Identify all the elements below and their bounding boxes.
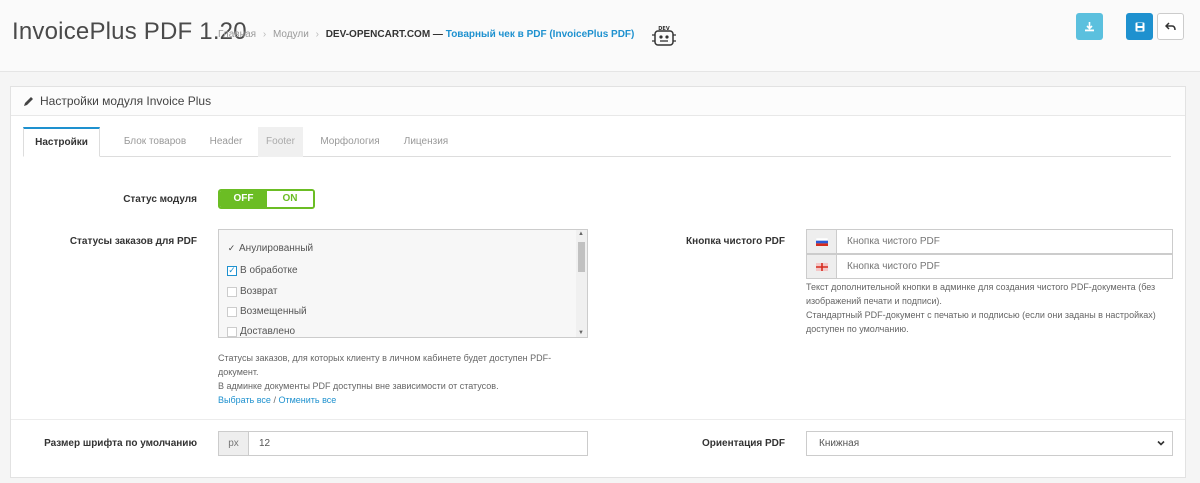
tab-footer[interactable]: Footer [258,127,303,157]
clean-pdf-help: Текст дополнительной кнопки в админке дл… [806,280,1176,336]
orientation-label: Ориентация PDF [701,438,785,449]
font-size-input[interactable]: px 12 [218,431,588,456]
status-item-label: Возмещенный [240,306,307,317]
dev-logo-icon: DEV [652,26,676,46]
status-list-scrollbar[interactable]: ▲ ▼ [576,230,587,337]
help-text: Стандартный PDF-документ с печатью и под… [806,310,1156,320]
checkbox-icon[interactable] [227,286,237,297]
status-item-label: Анулированный [239,243,314,254]
deselect-all-link[interactable]: Отменить все [278,395,336,405]
en-flag-icon [815,262,828,271]
scrollbar-thumb[interactable] [578,242,585,272]
checkbox-icon[interactable] [227,326,237,337]
status-item[interactable]: Возврат [227,286,278,297]
clean-pdf-field[interactable] [837,230,1172,253]
font-size-value[interactable]: 12 [249,432,587,455]
scroll-up-icon[interactable]: ▲ [578,231,584,237]
breadcrumb-current[interactable]: Товарный чек в PDF (InvoicePlus PDF) [446,29,635,40]
link-separator: / [273,395,276,405]
settings-panel: Настройки модуля Invoice Plus Настройки … [10,86,1186,478]
checkbox-checked-icon[interactable]: ✓ [227,265,237,276]
scroll-down-icon[interactable]: ▼ [578,330,584,336]
page-header: InvoicePlus PDF 1.20 Главная › Модули › … [0,0,1200,72]
clean-pdf-field[interactable] [837,255,1172,278]
breadcrumb: Главная › Модули › DEV-OPENCART.COM — То… [218,29,634,40]
checkmark-icon[interactable]: ✓ [227,244,236,254]
help-text: Статусы заказов, для которых клиенту в л… [218,353,552,363]
section-divider [11,419,1185,420]
breadcrumb-modules[interactable]: Модули [273,29,309,40]
tab-license[interactable]: Лицензия [393,127,459,157]
ru-flag-icon [815,237,828,246]
orientation-value: Книжная [819,438,860,449]
status-item[interactable]: Возмещенный [227,306,307,317]
breadcrumb-separator: › [262,29,267,40]
help-text: В админке документы PDF доступны вне зав… [218,381,499,391]
order-statuses-list[interactable]: ✓ Анулированный ✓ В обработке Возврат Во… [218,229,588,338]
help-text: Текст дополнительной кнопки в админке дл… [806,282,1156,292]
status-item-label: Доставлено [240,326,296,337]
order-statuses-label: Статусы заказов для PDF [69,236,197,247]
status-item-label: В обработке [240,265,298,276]
pencil-icon [24,96,33,106]
breadcrumb-brand[interactable]: DEV-OPENCART.COM — [326,29,443,40]
tab-header[interactable]: Header [205,127,247,157]
status-item[interactable]: ✓ Анулированный [227,243,313,254]
unit-addon: px [219,432,249,455]
chevron-down-icon [1157,440,1165,446]
clean-pdf-label: Кнопка чистого PDF [686,236,785,247]
tab-products-block[interactable]: Блок товаров [115,127,195,157]
download-button[interactable] [1076,13,1103,40]
status-item[interactable]: ✓ В обработке [227,265,298,276]
help-text: доступен по умолчанию. [806,324,909,334]
save-button[interactable] [1126,13,1153,40]
toggle-on[interactable]: ON [267,191,313,207]
dev-logo-text: DEV [658,26,670,32]
flag-addon [807,230,837,253]
status-item[interactable]: Доставлено [227,326,295,337]
flag-addon [807,255,837,278]
font-size-label: Размер шрифта по умолчанию [44,438,197,449]
module-status-toggle[interactable]: OFF ON [218,189,315,209]
clean-pdf-input-en[interactable] [806,254,1173,279]
save-icon [1135,22,1144,31]
breadcrumb-separator: › [315,29,319,40]
page-title: InvoicePlus PDF 1.20 [12,18,247,45]
help-text: изображений печати и подписи). [806,296,942,306]
module-status-label: Статус модуля [123,194,197,205]
tab-morphology[interactable]: Морфология [310,127,390,157]
orientation-select[interactable]: Книжная [806,431,1173,456]
breadcrumb-home[interactable]: Главная [218,29,256,40]
checkbox-icon[interactable] [227,306,237,317]
reply-icon [1165,21,1176,30]
panel-title: Настройки модуля Invoice Plus [40,94,212,108]
order-statuses-help: Статусы заказов, для которых клиенту в л… [218,351,598,407]
tab-settings[interactable]: Настройки [23,127,100,157]
status-item-label: Возврат [240,286,278,297]
clean-pdf-input-ru[interactable] [806,229,1173,254]
tab-bar: Настройки Блок товаров Header Footer Мор… [23,127,1171,157]
back-button[interactable] [1157,13,1184,40]
toggle-off[interactable]: OFF [220,191,267,207]
help-text: документ. [218,367,259,377]
select-all-link[interactable]: Выбрать все [218,395,271,405]
panel-heading: Настройки модуля Invoice Plus [11,87,1185,116]
download-icon [1085,22,1094,32]
